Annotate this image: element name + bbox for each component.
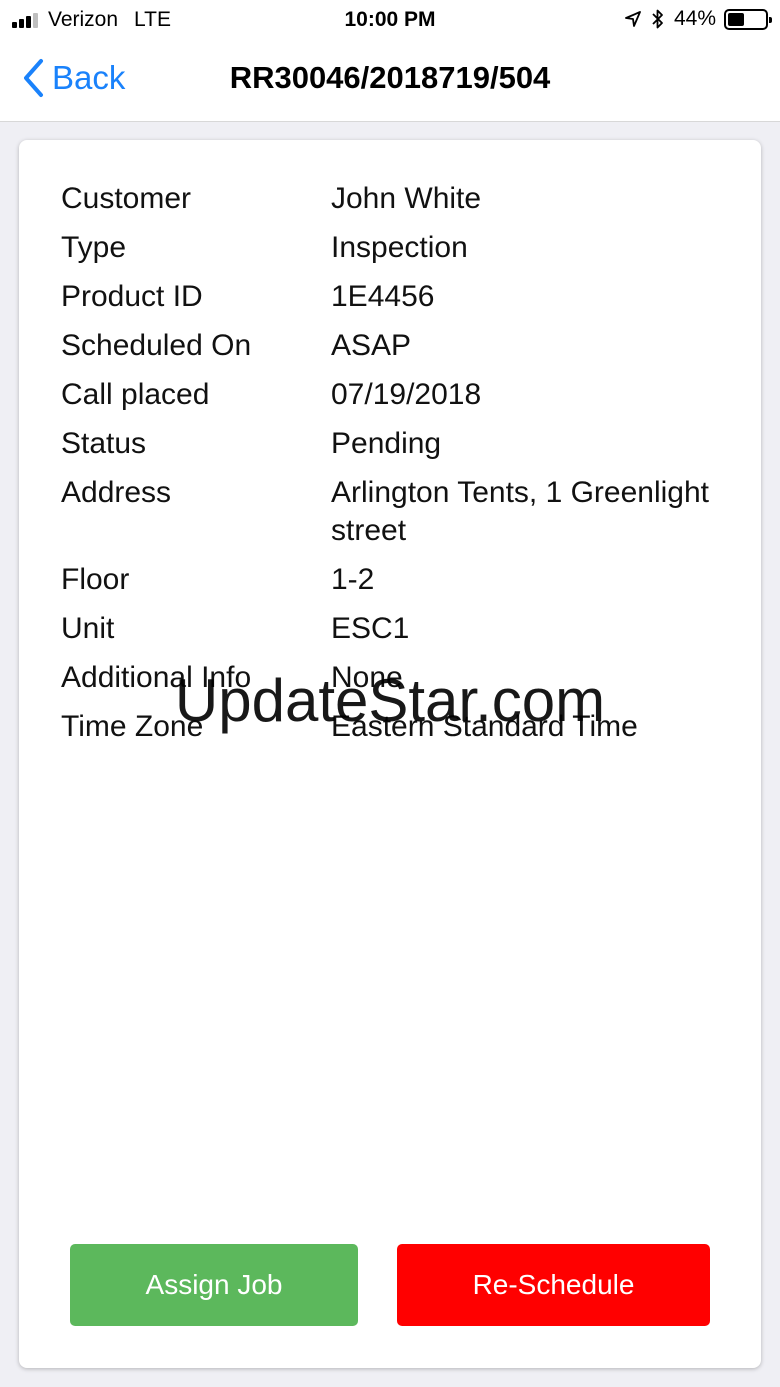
detail-label: Status xyxy=(61,427,147,460)
battery-fill xyxy=(728,12,744,26)
battery-percent: 44% xyxy=(673,7,716,30)
status-right: 44% xyxy=(624,7,772,31)
detail-value: ESC1 xyxy=(331,612,410,645)
detail-label: Customer xyxy=(61,182,192,215)
page-title: RR30046/2018719/504 xyxy=(229,60,551,95)
detail-row: Additional Info None xyxy=(61,659,721,697)
detail-row: Customer John White xyxy=(61,180,721,218)
job-detail-card: Customer John White Type Inspection Product … xyxy=(19,140,761,1368)
detail-value: 07/19/2018 xyxy=(331,378,482,411)
detail-label: Address xyxy=(61,476,172,509)
detail-label: Floor xyxy=(61,563,130,596)
navigation-bar: Back RR30046/2018719/504 xyxy=(0,40,780,122)
detail-label: Additional Info xyxy=(61,661,252,694)
assign-job-button[interactable]: Assign Job xyxy=(70,1244,358,1326)
details-list: Customer John White Type Inspection Product … xyxy=(61,180,721,757)
detail-row: Type Inspection xyxy=(61,229,721,267)
bluetooth-icon xyxy=(652,8,664,30)
detail-label: Product ID xyxy=(61,280,203,313)
detail-label: Type xyxy=(61,231,127,264)
detail-row: Scheduled On ASAP xyxy=(61,327,721,365)
detail-value: 1-2 xyxy=(331,563,375,596)
battery-icon xyxy=(724,8,772,30)
detail-label: Unit xyxy=(61,612,115,645)
detail-value: 1E4456 xyxy=(331,280,435,313)
detail-label: Call placed xyxy=(61,378,210,411)
detail-value: Pending xyxy=(331,427,442,460)
detail-row: Address Arlington Tents, 1 Greenlight str… xyxy=(61,474,721,550)
detail-value: None xyxy=(331,661,403,694)
detail-row: Status Pending xyxy=(61,425,721,463)
detail-value: Inspection xyxy=(331,231,468,264)
detail-value: John White xyxy=(331,182,482,215)
detail-label: Time Zone xyxy=(61,710,204,743)
location-arrow-icon xyxy=(624,10,642,28)
detail-value: Arlington Tents, 1 Greenlight street xyxy=(331,476,710,547)
detail-row: Product ID 1E4456 xyxy=(61,278,721,316)
detail-row: Call placed 07/19/2018 xyxy=(61,376,721,414)
detail-value: Eastern Standard Time xyxy=(331,710,638,743)
status-bar: Verizon LTE 10:00 PM 44% xyxy=(0,0,780,40)
detail-row: Unit ESC1 xyxy=(61,610,721,648)
reschedule-button[interactable]: Re-Schedule xyxy=(397,1244,710,1326)
detail-value: ASAP xyxy=(331,329,412,362)
detail-label: Scheduled On xyxy=(61,329,252,362)
detail-row: Time Zone Eastern Standard Time xyxy=(61,708,721,746)
detail-row: Floor 1-2 xyxy=(61,561,721,599)
